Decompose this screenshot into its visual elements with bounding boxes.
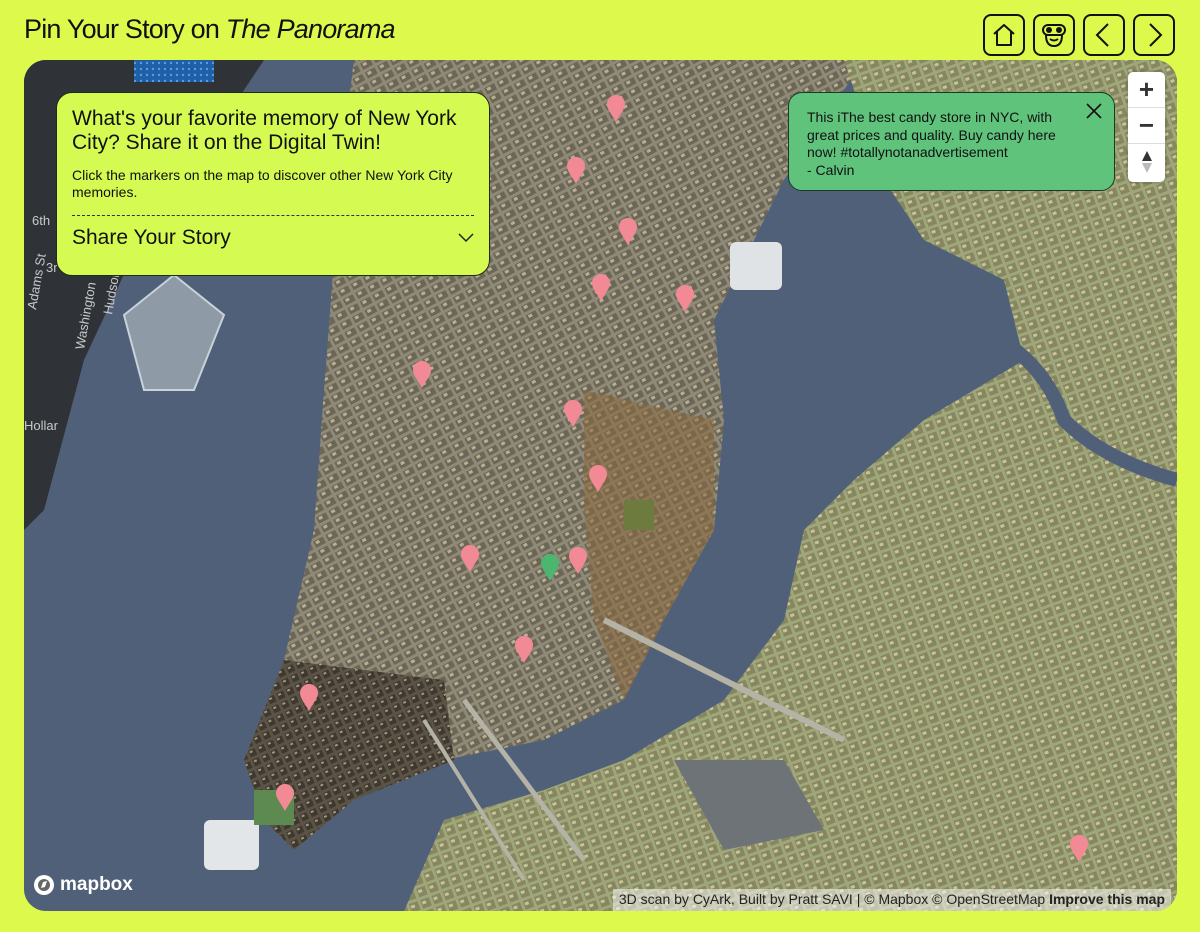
story-marker[interactable] bbox=[607, 95, 625, 123]
share-story-toggle[interactable]: Share Your Story bbox=[72, 226, 474, 250]
street-label-holland: Hollar bbox=[24, 418, 59, 433]
story-prompt-panel: What's your favorite memory of New York … bbox=[56, 92, 490, 276]
map-zoom-controls: + − bbox=[1128, 72, 1165, 182]
zoom-in-button[interactable]: + bbox=[1128, 72, 1165, 108]
mapbox-logo[interactable]: mapbox bbox=[32, 873, 133, 897]
story-marker[interactable] bbox=[592, 274, 610, 302]
story-marker[interactable] bbox=[515, 636, 533, 664]
compass-button[interactable] bbox=[1128, 144, 1165, 180]
compass-icon bbox=[1141, 151, 1152, 173]
attribution-credit[interactable]: 3D scan by CyArk, Built by Pratt SAVI | … bbox=[619, 891, 1045, 907]
next-button[interactable] bbox=[1133, 14, 1175, 56]
story-marker[interactable] bbox=[276, 784, 294, 812]
map-attribution: 3D scan by CyArk, Built by Pratt SAVI | … bbox=[612, 889, 1171, 911]
page-title: Pin Your Story on The Panorama bbox=[24, 14, 396, 45]
home-icon bbox=[993, 24, 1015, 46]
story-author: - Calvin bbox=[807, 161, 855, 178]
story-popup: This iThe best candy store in NYC, with … bbox=[788, 92, 1115, 191]
zoom-out-button[interactable]: − bbox=[1128, 108, 1165, 144]
close-icon[interactable] bbox=[1084, 101, 1104, 121]
home-button[interactable] bbox=[983, 14, 1025, 56]
mapbox-icon bbox=[34, 875, 54, 895]
share-story-label: Share Your Story bbox=[72, 226, 231, 249]
story-marker[interactable] bbox=[413, 361, 431, 389]
story-marker[interactable] bbox=[300, 684, 318, 712]
previous-button[interactable] bbox=[1083, 14, 1125, 56]
story-marker[interactable] bbox=[1070, 835, 1088, 863]
story-marker[interactable] bbox=[461, 545, 479, 573]
title-prefix: Pin Your Story on bbox=[24, 14, 226, 44]
story-marker-active[interactable] bbox=[541, 554, 559, 582]
viewer-button[interactable] bbox=[1033, 14, 1075, 56]
panel-instructions: Click the markers on the map to discover… bbox=[72, 167, 453, 200]
story-marker[interactable] bbox=[619, 218, 637, 246]
chevron-down-icon bbox=[458, 233, 474, 243]
story-text: This iThe best candy store in NYC, with … bbox=[807, 109, 1056, 160]
story-marker[interactable] bbox=[564, 400, 582, 428]
title-emphasis: The Panorama bbox=[225, 14, 396, 44]
street-label-6th: 6th bbox=[32, 213, 50, 228]
panel-heading: What's your favorite memory of New York … bbox=[72, 107, 457, 154]
viewer-icon bbox=[1042, 24, 1066, 48]
panel-divider bbox=[72, 215, 474, 216]
chevron-right-icon bbox=[1149, 23, 1163, 47]
chevron-left-icon bbox=[1095, 23, 1109, 47]
mapbox-wordmark: mapbox bbox=[60, 874, 133, 895]
story-marker[interactable] bbox=[676, 285, 694, 313]
story-marker[interactable] bbox=[569, 547, 587, 575]
story-marker[interactable] bbox=[589, 465, 607, 493]
improve-map-link[interactable]: Improve this map bbox=[1049, 891, 1165, 907]
map-canvas[interactable]: Adams St Washington Hudson 6th 3r Hollar… bbox=[24, 60, 1177, 911]
story-marker[interactable] bbox=[567, 157, 585, 185]
